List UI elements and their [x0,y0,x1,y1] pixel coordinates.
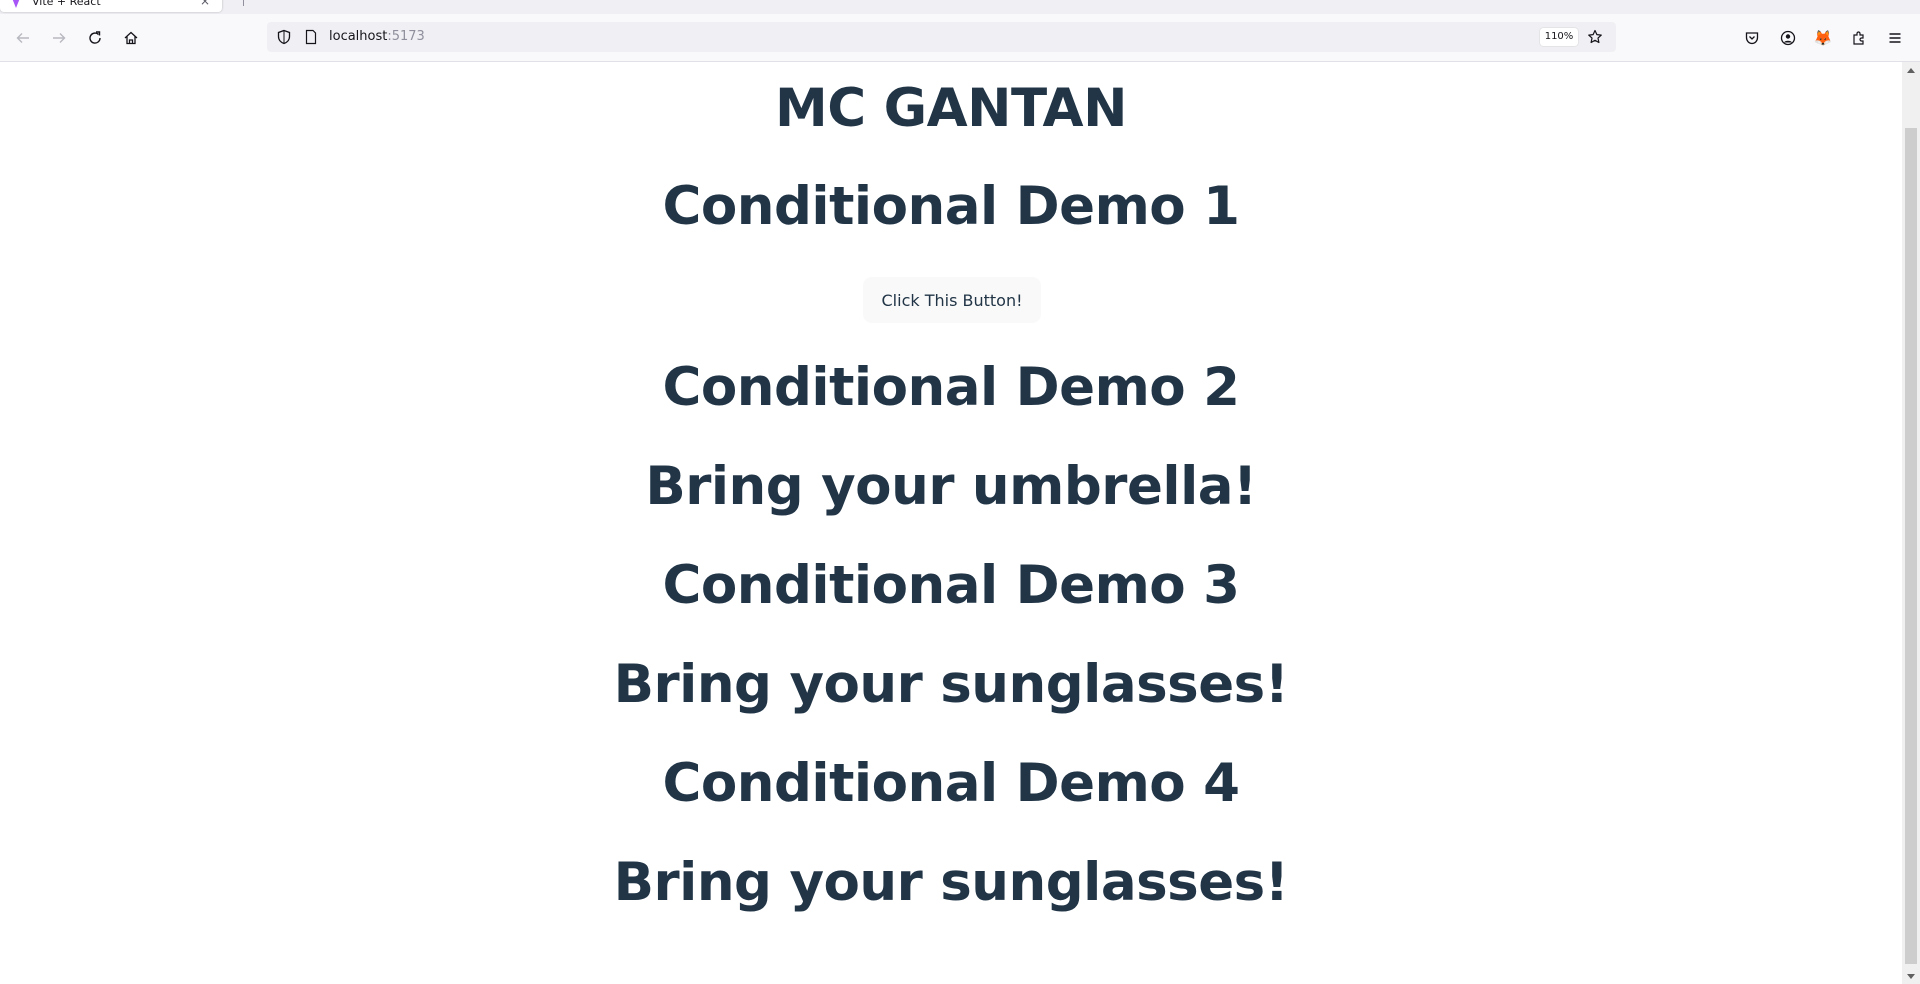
url-bar[interactable]: localhost:5173 110% [267,22,1616,52]
demo2-message: Bring your umbrella! [645,456,1257,517]
reload-icon [89,31,101,44]
back-button[interactable] [9,24,37,52]
click-this-button[interactable]: Click This Button! [863,277,1041,323]
scroll-down-arrow-icon[interactable] [1902,968,1920,984]
tab-title: Vite + React [32,0,101,8]
demo4-message: Bring your sunglasses! [613,852,1289,913]
home-button[interactable] [117,24,145,52]
forward-button[interactable] [45,24,73,52]
account-button[interactable] [1774,24,1802,52]
tab-strip: Vite + React × [0,0,1920,14]
demo1-heading: Conditional Demo 1 [662,176,1240,237]
navigation-toolbar: localhost:5173 110% 🦊 [0,14,1920,62]
page-viewport: MC GANTAN Conditional Demo 1 Click This … [0,62,1902,984]
hamburger-menu-icon [1889,33,1901,43]
scrollbar-thumb[interactable] [1905,128,1917,964]
tab-separator [243,0,244,6]
tracking-protection-shield-icon[interactable] [276,29,292,45]
demo4-heading: Conditional Demo 4 [662,753,1240,814]
back-arrow-icon [16,33,29,43]
demo3-message: Bring your sunglasses! [613,654,1289,715]
scroll-up-arrow-icon[interactable] [1902,62,1920,78]
url-text[interactable]: localhost:5173 [329,29,425,45]
extensions-button[interactable] [1845,24,1873,52]
browser-tab-active[interactable]: Vite + React × [0,0,222,12]
reload-button[interactable] [81,24,109,52]
demo3-heading: Conditional Demo 3 [662,555,1240,616]
fox-extension-icon: 🦊 [1813,29,1833,47]
url-host: localhost [329,29,388,44]
tab-close-icon[interactable]: × [200,0,210,7]
home-icon [124,31,138,45]
vertical-scrollbar[interactable] [1902,62,1920,984]
extensions-puzzle-icon [1853,31,1864,45]
page-title: MC GANTAN [775,78,1127,139]
demo2-heading: Conditional Demo 2 [662,357,1240,418]
vite-favicon-icon [12,0,20,8]
url-port: :5173 [387,29,425,44]
metamask-extension-button[interactable]: 🦊 [1809,24,1837,52]
forward-arrow-icon [53,33,66,43]
star-icon[interactable] [1587,29,1603,45]
app-menu-button[interactable] [1881,24,1909,52]
account-icon [1780,30,1796,46]
pocket-button[interactable] [1738,24,1766,52]
pocket-icon [1745,32,1759,45]
page-info-icon[interactable] [303,29,319,45]
zoom-level-badge[interactable]: 110% [1540,28,1578,46]
